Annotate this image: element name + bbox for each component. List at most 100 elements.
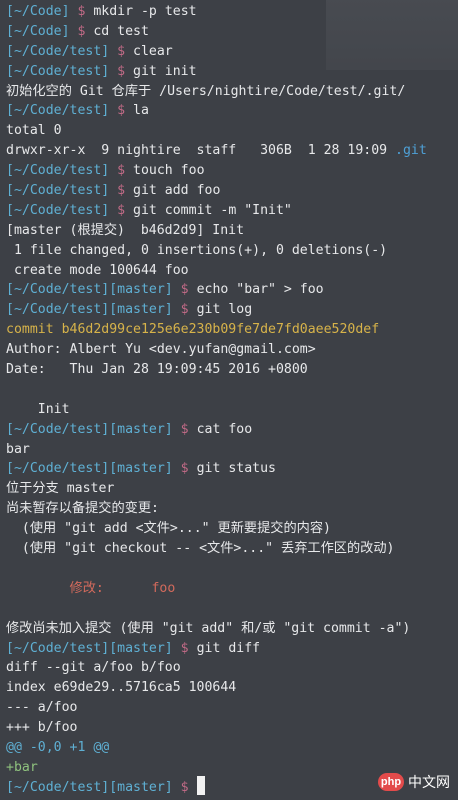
prompt-symbol: $ (180, 779, 197, 795)
terminal-text: 尚未暂存以备提交的变更: (6, 501, 160, 517)
terminal-line: [~/Code/test][master] $ git log (6, 300, 458, 320)
terminal-text: +bar (6, 759, 38, 775)
terminal-output[interactable]: [~/Code] $ mkdir -p test [~/Code] $ cd te… (6, 2, 458, 798)
terminal-text: cat foo (196, 421, 253, 437)
terminal-line: Author: Albert Yu <dev.yufan@gmail.com> (6, 340, 458, 360)
terminal-text: git commit -m "Init" (133, 202, 292, 218)
terminal-text: (使用 "git checkout -- <文件>..." 丢弃工作区的改动) (6, 541, 395, 557)
terminal-line: 1 file changed, 0 insertions(+), 0 delet… (6, 241, 458, 261)
prompt-symbol: $ (77, 4, 94, 19)
terminal-text: --- a/foo (6, 700, 78, 716)
prompt-symbol: $ (77, 23, 94, 39)
terminal-line: [~/Code/test] $ la (6, 101, 458, 121)
terminal-line: [~/Code/test][master] $ git status (6, 459, 458, 479)
terminal-line: commit b46d2d99ce125e6e230b09fe7de7fd0ae… (6, 320, 458, 340)
terminal-text: 位于分支 master (6, 481, 115, 497)
terminal-text: git log (196, 302, 253, 318)
terminal-line: Init (6, 400, 458, 420)
terminal-line: @@ -0,0 +1 @@ (6, 738, 458, 758)
php-cn-watermark: php 中文网 (378, 772, 450, 792)
terminal-text: drwxr-xr-x 9 nightire staff 306B 1 28 19… (6, 143, 396, 159)
prompt-symbol: $ (180, 282, 197, 298)
terminal-text: cd test (93, 23, 149, 39)
terminal-text: Init (6, 401, 70, 417)
terminal-line: [~/Code] $ mkdir -p test (6, 2, 458, 22)
terminal-line: 修改: foo (6, 579, 458, 599)
terminal-line: [~/Code/test][master] $ git diff (6, 639, 458, 659)
terminal-text: git init (133, 63, 197, 79)
terminal-line: drwxr-xr-x 9 nightire staff 306B 1 28 19… (6, 141, 458, 161)
terminal-line: (使用 "git add <文件>..." 更新要提交的内容) (6, 519, 458, 539)
prompt-symbol: $ (117, 163, 134, 179)
terminal-line: index e69de29..5716ca5 100644 (6, 678, 458, 698)
terminal-text: 修改尚未加入提交 (使用 "git add" 和/或 "git commit -… (6, 620, 411, 636)
terminal-text: 修改: foo (6, 580, 176, 596)
prompt-path: [~/Code/test][master] (6, 282, 181, 298)
php-logo: php (378, 773, 404, 791)
terminal-text: mkdir -p test (93, 4, 197, 19)
terminal-text: git status (196, 461, 276, 477)
terminal-line: Date: Thu Jan 28 19:09:45 2016 +0800 (6, 360, 458, 380)
terminal-line: 位于分支 master (6, 479, 458, 499)
terminal-line: [~/Code/test] $ git init (6, 62, 458, 82)
prompt-symbol: $ (180, 302, 197, 318)
terminal-text: Date: Thu Jan 28 19:09:45 2016 +0800 (6, 362, 308, 378)
prompt-path: [~/Code/test] (6, 202, 118, 218)
terminal-line: (使用 "git checkout -- <文件>..." 丢弃工作区的改动) (6, 539, 458, 559)
terminal-text: 1 file changed, 0 insertions(+), 0 delet… (6, 242, 388, 258)
prompt-symbol: $ (117, 183, 134, 199)
terminal-line: diff --git a/foo b/foo (6, 658, 458, 678)
prompt-symbol: $ (180, 421, 197, 437)
watermark-text: 中文网 (408, 774, 450, 790)
prompt-symbol: $ (180, 640, 197, 656)
terminal-text: +++ b/foo (6, 720, 78, 736)
terminal-text: diff --git a/foo b/foo (6, 660, 181, 676)
terminal-line: [~/Code/test] $ git commit -m "Init" (6, 201, 458, 221)
terminal-line: create mode 100644 foo (6, 261, 458, 281)
prompt-path: [~/Code] (6, 23, 78, 39)
terminal-text: commit b46d2d99ce125e6e230b09fe7de7fd0ae… (6, 322, 380, 338)
terminal-text: .git (395, 143, 427, 159)
terminal-text: Author: Albert Yu <dev.yufan@gmail.com> (6, 342, 316, 358)
prompt-path: [~/Code/test][master] (6, 461, 181, 477)
prompt-path: [~/Code/test] (6, 63, 118, 79)
terminal-text: git add foo (133, 183, 221, 199)
prompt-path: [~/Code/test][master] (6, 779, 181, 795)
terminal-text: index e69de29..5716ca5 100644 (6, 680, 237, 696)
prompt-path: [~/Code/test][master] (6, 302, 181, 318)
terminal-text: [master (根提交) b46d2d9] Init (6, 222, 245, 238)
terminal-text: create mode 100644 foo (6, 262, 189, 278)
terminal-line: [~/Code/test] $ git add foo (6, 181, 458, 201)
prompt-path: [~/Code/test][master] (6, 421, 181, 437)
prompt-symbol: $ (117, 43, 134, 59)
terminal-text: git diff (196, 640, 261, 656)
terminal-line: 尚未暂存以备提交的变更: (6, 499, 458, 519)
terminal-text: clear (133, 43, 173, 59)
prompt-symbol: $ (180, 461, 197, 477)
terminal-text: total 0 (6, 123, 62, 139)
terminal-line: [~/Code/test] $ clear (6, 42, 458, 62)
prompt-path: [~/Code/test][master] (6, 640, 181, 656)
terminal-text: (使用 "git add <文件>..." 更新要提交的内容) (6, 521, 331, 537)
terminal-line: [~/Code/test][master] $ echo "bar" > foo (6, 280, 458, 300)
prompt-path: [~/Code] (6, 4, 78, 19)
terminal-text: 初始化空的 Git 仓库于 /Users/nightire/Code/test/… (6, 83, 406, 99)
terminal-text: la (133, 103, 149, 119)
terminal-line: [~/Code] $ cd test (6, 22, 458, 42)
terminal-line: 修改尚未加入提交 (使用 "git add" 和/或 "git commit -… (6, 619, 458, 639)
prompt-symbol: $ (117, 103, 134, 119)
terminal-line: 初始化空的 Git 仓库于 /Users/nightire/Code/test/… (6, 82, 458, 102)
terminal-text: bar (6, 441, 30, 457)
prompt-path: @@ -0,0 +1 @@ (6, 739, 110, 755)
terminal-line: bar (6, 440, 458, 460)
terminal-text: echo "bar" > foo (196, 282, 324, 298)
terminal-line: [~/Code/test][master] $ cat foo (6, 420, 458, 440)
prompt-symbol: $ (117, 63, 134, 79)
terminal-text: touch foo (133, 163, 205, 179)
prompt-path: [~/Code/test] (6, 183, 118, 199)
terminal-line: --- a/foo (6, 698, 458, 718)
terminal-line: +++ b/foo (6, 718, 458, 738)
